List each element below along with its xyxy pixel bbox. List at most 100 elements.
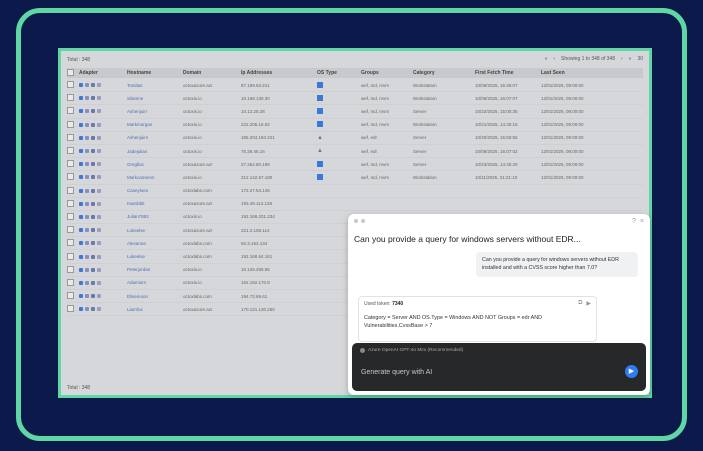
- hostname-link[interactable]: Liamfox: [127, 307, 183, 312]
- hostname-link[interactable]: Peterjordan: [127, 267, 183, 272]
- table-row[interactable]: Markcameron octoxis.io 212.142.67.180 wef, …: [67, 171, 643, 185]
- ip-cell: 162.192.170.8: [241, 280, 270, 286]
- header-hostname[interactable]: Hostname: [127, 70, 183, 76]
- row-checkbox[interactable]: [67, 120, 74, 128]
- table-row[interactable]: Ashenjuirr octoxis.io 10.12.25.28 wef, md, …: [67, 105, 643, 119]
- domain-cell: octoxis.io: [183, 214, 202, 220]
- last-seen-cell: 12/01/2025, 09:00:00: [541, 161, 584, 167]
- row-checkbox[interactable]: [67, 160, 74, 168]
- header-groups[interactable]: Groups: [361, 70, 413, 76]
- row-checkbox[interactable]: [67, 239, 74, 247]
- header-os-type[interactable]: OS Type: [317, 70, 361, 76]
- header-first-fetch[interactable]: First Fetch Time: [475, 70, 541, 76]
- hostname-link[interactable]: Kaesbbit: [127, 201, 183, 206]
- close-icon[interactable]: ×: [640, 218, 644, 225]
- table-row[interactable]: Caseyloeo octoxlabs.com 172.27.54.146: [67, 185, 643, 198]
- prompt-input[interactable]: Generate query with AI: [361, 369, 432, 376]
- os-cell: [317, 121, 361, 128]
- row-checkbox[interactable]: [67, 81, 74, 89]
- groups-cell: wef, md, mvm: [361, 95, 390, 101]
- ip-cell: 221.2.108.114: [241, 227, 270, 233]
- row-checkbox[interactable]: [67, 133, 74, 141]
- row-checkbox[interactable]: [67, 292, 74, 300]
- adapter-icon: [79, 175, 83, 180]
- domain-cell: octoxazure.azr: [183, 227, 213, 233]
- used-token: Used token: 7340: [364, 301, 404, 307]
- row-checkbox[interactable]: [67, 212, 74, 220]
- last-page-button[interactable]: »: [629, 56, 632, 62]
- row-checkbox[interactable]: [67, 226, 74, 234]
- adapter-icon: [85, 188, 89, 193]
- adapter-icons: [79, 188, 127, 193]
- adapter-icon: [91, 201, 95, 206]
- row-checkbox[interactable]: [67, 199, 74, 207]
- hostname-link[interactable]: Markcameron: [127, 175, 183, 180]
- header-domain[interactable]: Domain: [183, 70, 241, 76]
- hostname-link[interactable]: Ashenjuirn: [127, 135, 183, 140]
- hostname-link[interactable]: Caseyloeo: [127, 188, 183, 193]
- domain-cell: octoxis.io: [183, 280, 202, 286]
- table-row[interactable]: Silamne octoxis.io 10.168.130.30 wef, md, m…: [67, 92, 643, 106]
- groups-cell: wef, md, mvm: [361, 122, 390, 128]
- row-checkbox[interactable]: [67, 305, 74, 313]
- header-ip[interactable]: Ip Addresses: [241, 70, 317, 76]
- adapter-icon: [79, 122, 83, 127]
- send-button[interactable]: ▶: [625, 365, 638, 378]
- hostname-link[interactable]: Jadejulian: [127, 149, 183, 154]
- select-all-checkbox[interactable]: [67, 68, 74, 76]
- row-checkbox[interactable]: [67, 252, 74, 260]
- ip-cell: 193.49.114.128: [241, 201, 272, 207]
- table-row[interactable]: Gregllos octoxazure.azr 27.254.80.198 wef, …: [67, 158, 643, 172]
- hostname-link[interactable]: Lukeelse: [127, 254, 183, 259]
- run-query-icon[interactable]: ▶: [586, 300, 591, 307]
- first-page-button[interactable]: «: [545, 56, 548, 62]
- row-checkbox[interactable]: [67, 94, 74, 102]
- category-cell: Server: [413, 161, 427, 167]
- next-page-button[interactable]: ›: [621, 56, 623, 62]
- header-adapter[interactable]: Adapter: [79, 70, 127, 76]
- row-checkbox[interactable]: [67, 147, 74, 155]
- adapter-icon: [85, 228, 89, 233]
- hostname-link[interactable]: Julian7892: [127, 214, 183, 219]
- row-checkbox[interactable]: [67, 265, 74, 273]
- help-icon[interactable]: ?: [632, 218, 636, 225]
- row-checkbox[interactable]: [67, 107, 74, 115]
- last-seen-cell: 12/01/2025, 09:00:00: [541, 135, 584, 141]
- hostname-link[interactable]: Markmorgan: [127, 122, 183, 127]
- table-row[interactable]: Kaesbbit octoxazure.azr 193.49.114.128: [67, 198, 643, 211]
- table-row[interactable]: Jadejulian octoxis.io 75.28.46.16 ▲ wef, edr…: [67, 145, 643, 159]
- row-checkbox[interactable]: [67, 186, 74, 194]
- hostname-link[interactable]: Silamne: [127, 96, 183, 101]
- header-last-seen[interactable]: Last Seen: [541, 70, 601, 76]
- category-cell: Workstation: [413, 174, 437, 180]
- adapter-icon: [91, 83, 95, 88]
- table-row[interactable]: Ashenjuirn octoxis.io 185.204.194.221 ▲ wef,…: [67, 132, 643, 145]
- prompt-input-area[interactable]: Azure OpenAI GPT-4o Mini (Recommended) G…: [352, 343, 646, 391]
- hostname-link[interactable]: Alexanna: [127, 241, 183, 246]
- header-category[interactable]: Category: [413, 70, 475, 76]
- page-size-select[interactable]: 30: [637, 56, 643, 62]
- hostname-link[interactable]: Adamium: [127, 280, 183, 285]
- adapter-icon: [79, 254, 83, 259]
- adapter-icons: [79, 228, 127, 233]
- panel-controls: ? ×: [632, 218, 644, 225]
- copy-icon[interactable]: ⧉: [578, 300, 582, 307]
- adapter-icons: [79, 149, 127, 154]
- adapter-icon: [79, 188, 83, 193]
- adapter-icon: [79, 83, 83, 88]
- table-row[interactable]: Tomitas octoxazure.azr 87.189.63.211 wef, m…: [67, 79, 643, 93]
- table-row[interactable]: Markmorgan octoxis.io 222.205.16.62 wef, md…: [67, 119, 643, 132]
- prev-page-button[interactable]: ‹: [553, 56, 555, 62]
- first-fetch-cell: 10/21/2025, 14:30:16: [475, 122, 518, 128]
- hostname-link[interactable]: Elisemoon: [127, 294, 183, 299]
- groups-cell: wef, edr: [361, 135, 378, 141]
- model-selector[interactable]: Azure OpenAI GPT-4o Mini (Recommended): [360, 348, 463, 353]
- row-checkbox[interactable]: [67, 278, 74, 286]
- hostname-link[interactable]: Lukeelse: [127, 228, 183, 233]
- hostname-link[interactable]: Gregllos: [127, 162, 183, 167]
- row-checkbox[interactable]: [67, 173, 74, 181]
- category-cell: Workstation: [413, 122, 437, 128]
- hostname-link[interactable]: Ashenjuirr: [127, 109, 183, 114]
- hostname-link[interactable]: Tomitas: [127, 83, 183, 88]
- adapter-icon: [97, 109, 101, 114]
